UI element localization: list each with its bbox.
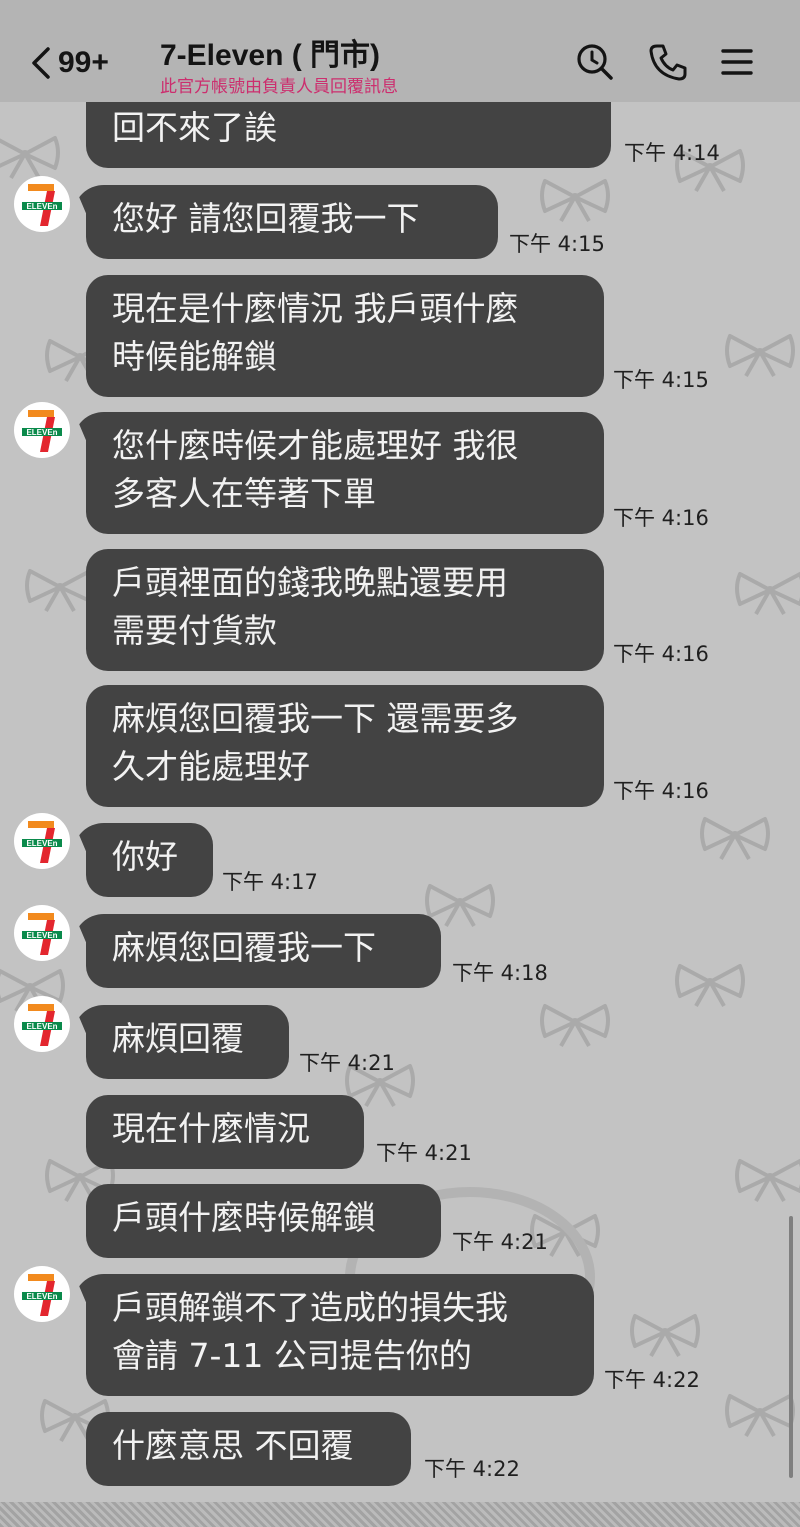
message-bubble[interactable]: 戶頭解鎖不了造成的損失我 會請 7-11 公司提告你的 — [86, 1274, 594, 1396]
avatar[interactable]: ELEVEn — [14, 813, 70, 869]
avatar[interactable]: ELEVEn — [14, 996, 70, 1052]
message-bubble[interactable]: 你好 — [86, 823, 213, 897]
back-button[interactable]: 99+ — [30, 38, 109, 88]
message-text: 會請 7-11 公司提告你的 — [112, 1336, 472, 1375]
search-icon — [577, 44, 613, 80]
search-button[interactable] — [575, 42, 615, 82]
menu-button[interactable] — [717, 42, 757, 82]
seven-eleven-logo-icon: ELEVEn — [22, 410, 62, 452]
message-time: 下午 4:17 — [222, 870, 318, 894]
message-time: 下午 4:21 — [299, 1051, 395, 1075]
message-text: 戶頭裡面的錢我晚點還要用 — [112, 563, 508, 602]
message-bubble[interactable]: 麻煩您回覆我一下 — [86, 914, 441, 988]
call-button[interactable] — [648, 42, 688, 82]
message-time: 下午 4:15 — [509, 232, 605, 256]
message-time: 下午 4:21 — [452, 1230, 548, 1254]
avatar[interactable]: ELEVEn — [14, 402, 70, 458]
seven-eleven-logo-icon: ELEVEn — [22, 821, 62, 863]
chat-header: 99+ 7-Eleven ( 門市) 此官方帳號由負責人員回覆訊息 — [0, 0, 800, 102]
eleven-wordmark: ELEVEn — [26, 202, 57, 211]
chat-title: 7-Eleven ( 門市) — [160, 39, 381, 72]
message-bubble[interactable]: 什麼意思 不回覆 — [86, 1412, 411, 1486]
message-bubble[interactable]: 戶頭什麼時候解鎖 — [86, 1184, 441, 1258]
avatar[interactable]: ELEVEn — [14, 1266, 70, 1322]
message-text: 您好 請您回覆我一下 — [112, 199, 420, 238]
eleven-wordmark: ELEVEn — [26, 839, 57, 848]
message-text: 需要付貨款 — [112, 611, 277, 650]
message-text: 現在是什麼情況 我戶頭什麼 — [112, 289, 519, 328]
avatar[interactable]: ELEVEn — [14, 905, 70, 961]
eleven-wordmark: ELEVEn — [26, 1292, 57, 1301]
message-bubble[interactable]: 現在是什麼情況 我戶頭什麼 時候能解鎖 — [86, 275, 604, 397]
seven-eleven-logo-icon: ELEVEn — [22, 1274, 62, 1316]
message-bubble[interactable]: 您好 請您回覆我一下 — [86, 185, 498, 259]
message-text: 您什麼時候才能處理好 我很 — [112, 426, 519, 465]
eleven-wordmark: ELEVEn — [26, 1022, 57, 1031]
seven-eleven-logo-icon: ELEVEn — [22, 1004, 62, 1046]
hamburger-menu-icon — [721, 49, 753, 75]
message-time: 下午 4:18 — [452, 961, 548, 985]
message-bubble[interactable]: 現在什麼情況 — [86, 1095, 364, 1169]
scrollbar[interactable] — [789, 1216, 793, 1478]
message-time: 下午 4:14 — [624, 141, 720, 165]
message-text: 現在什麼情況 — [112, 1109, 310, 1148]
message-time: 下午 4:16 — [613, 642, 709, 666]
message-bubble[interactable]: 麻煩回覆 — [86, 1005, 289, 1079]
message-text: 多客人在等著下單 — [112, 474, 376, 513]
phone-icon — [649, 44, 687, 81]
message-text: 戶頭什麼時候解鎖 — [112, 1198, 376, 1237]
message-time: 下午 4:21 — [376, 1141, 472, 1165]
message-text: 什麼意思 不回覆 — [112, 1426, 354, 1465]
seven-eleven-logo-icon: ELEVEn — [22, 184, 62, 226]
eleven-wordmark: ELEVEn — [26, 428, 57, 437]
eleven-wordmark: ELEVEn — [26, 931, 57, 940]
avatar[interactable]: ELEVEn — [14, 176, 70, 232]
official-account-note: 此官方帳號由負責人員回覆訊息 — [160, 77, 398, 97]
message-bubble[interactable]: 麻煩您回覆我一下 還需要多 久才能處理好 — [86, 685, 604, 807]
message-bubble[interactable]: 回不來了誒 — [86, 96, 611, 168]
message-bubble[interactable]: 您什麼時候才能處理好 我很 多客人在等著下單 — [86, 412, 604, 534]
message-text: 戶頭解鎖不了造成的損失我 — [112, 1288, 508, 1327]
message-text: 回不來了誒 — [112, 108, 277, 147]
message-time: 下午 4:16 — [613, 506, 709, 530]
chevron-left-icon — [32, 47, 50, 79]
message-text: 你好 — [112, 837, 178, 876]
seven-eleven-logo-icon: ELEVEn — [22, 913, 62, 955]
message-text: 時候能解鎖 — [112, 337, 277, 376]
message-text: 麻煩您回覆我一下 — [112, 928, 376, 967]
message-bubble[interactable]: 戶頭裡面的錢我晚點還要用 需要付貨款 — [86, 549, 604, 671]
message-time: 下午 4:22 — [604, 1368, 700, 1392]
chat-thread[interactable]: ELEVEn ELEVEn ELEVEn ELEVEn ELEVEn ELEVE… — [0, 0, 800, 1527]
unread-count: 99+ — [58, 46, 109, 79]
message-time: 下午 4:15 — [613, 368, 709, 392]
message-text: 久才能處理好 — [112, 747, 310, 786]
message-text: 麻煩您回覆我一下 還需要多 — [112, 699, 519, 738]
message-text: 麻煩回覆 — [112, 1019, 244, 1058]
message-time: 下午 4:16 — [613, 779, 709, 803]
message-time: 下午 4:22 — [424, 1457, 520, 1481]
